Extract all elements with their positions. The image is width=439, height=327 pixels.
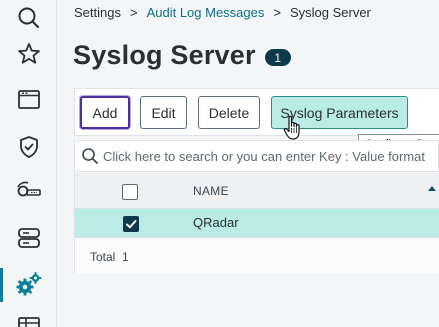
sort-ascending-icon[interactable] [427, 184, 437, 194]
select-all-checkbox[interactable] [122, 184, 138, 200]
edit-button[interactable]: Edit [140, 96, 187, 129]
table-footer: Total 1 [75, 237, 439, 273]
sidebar-item-favorites[interactable] [0, 36, 57, 72]
sidebar-item-authentication[interactable] [0, 173, 57, 209]
settings-gears-icon [16, 272, 41, 296]
sidebar-item-applications[interactable] [0, 82, 57, 118]
row-checkbox-checked[interactable] [123, 216, 139, 232]
delete-button[interactable]: Delete [198, 96, 260, 129]
breadcrumb-audit-log-messages[interactable]: Audit Log Messages [147, 5, 265, 20]
total-count: Total 1 [90, 250, 129, 264]
page-title: Syslog Server [73, 40, 256, 70]
data-table: NAME QRadar Total 1 [74, 173, 439, 273]
window-icon [17, 90, 40, 109]
server-icon [17, 228, 40, 248]
add-button[interactable]: Add [80, 96, 130, 129]
sidebar [0, 0, 57, 327]
sidebar-item-security[interactable] [0, 129, 57, 165]
breadcrumb-settings[interactable]: Settings [74, 5, 121, 20]
column-header-name[interactable]: NAME [193, 184, 229, 198]
sidebar-item-system[interactable] [0, 220, 57, 256]
row-name-cell: QRadar [193, 215, 239, 230]
search-icon [18, 7, 39, 29]
key-icon [16, 181, 41, 197]
count-badge: 1 [264, 49, 291, 66]
title-row: Syslog Server 1 [73, 40, 291, 71]
shield-check-icon [19, 136, 38, 158]
search-icon [82, 148, 98, 164]
action-toolbar: Add Edit Delete Syslog Parameters [74, 88, 439, 136]
breadcrumb: Settings > Audit Log Messages > Syslog S… [74, 4, 371, 20]
search-bar[interactable]: Click here to search or you can enter Ke… [74, 140, 439, 172]
sidebar-item-reports[interactable] [0, 312, 57, 327]
table-icon [17, 317, 40, 327]
breadcrumb-separator: > [273, 4, 281, 20]
sidebar-item-settings[interactable] [0, 266, 57, 302]
table-row[interactable]: QRadar [75, 209, 439, 237]
table-header: NAME [75, 173, 439, 209]
checkmark-icon [126, 220, 137, 229]
search-input[interactable]: Click here to search or you can enter Ke… [103, 149, 425, 164]
breadcrumb-separator: > [129, 4, 138, 20]
hand-cursor-icon [283, 115, 300, 140]
star-icon [17, 43, 40, 64]
sidebar-item-search[interactable] [0, 0, 57, 36]
breadcrumb-syslog-server: Syslog Server [289, 4, 371, 20]
